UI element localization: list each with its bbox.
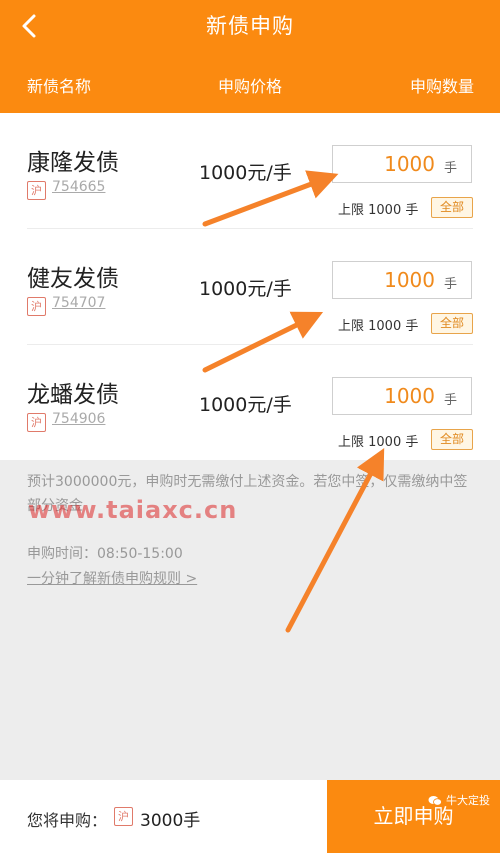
quantity-unit: 手 <box>443 161 457 176</box>
bond-code-link[interactable]: 754707 <box>52 295 105 311</box>
subscription-time: 申购时间：08:50-15:00 <box>27 546 183 562</box>
bond-name: 健友发债 <box>27 266 119 292</box>
all-button[interactable]: 全部 <box>431 197 473 218</box>
watermark: www.taiaxc.cn <box>28 496 238 524</box>
subscribe-amount: 3000手 <box>140 811 201 831</box>
bond-name: 龙蟠发债 <box>27 382 119 408</box>
app: 新债申购 新债名称 申购价格 申购数量 康隆发债 沪 754665 1000元/… <box>0 0 500 853</box>
exchange-badge: 沪 <box>27 181 46 200</box>
all-button[interactable]: 全部 <box>431 429 473 450</box>
all-button[interactable]: 全部 <box>431 313 473 334</box>
bond-row: 健友发债 沪 754707 1000元/手 1000 手 上限 1000 手 全… <box>0 229 500 345</box>
bottom-bar: 您将申购： 沪 3000手 立即申购 牛大定投 <box>0 780 500 853</box>
bond-list: 康隆发债 沪 754665 1000元/手 1000 手 上限 1000 手 全… <box>0 113 500 460</box>
wechat-icon <box>428 795 442 806</box>
bond-code-link[interactable]: 754906 <box>52 411 105 427</box>
column-header-quantity: 申购数量 <box>409 77 474 96</box>
submit-button[interactable]: 立即申购 牛大定投 <box>327 780 500 853</box>
bond-row: 龙蟠发债 沪 754906 1000元/手 1000 手 上限 1000 手 全… <box>0 345 500 461</box>
rules-link[interactable]: 一分钟了解新债申购规则 > <box>27 568 197 588</box>
corner-tag: 牛大定投 <box>428 764 490 837</box>
exchange-badge: 沪 <box>27 413 46 432</box>
page-title: 新债申购 <box>206 14 294 38</box>
quantity-unit: 手 <box>443 393 457 408</box>
bond-code-link[interactable]: 754665 <box>52 179 105 195</box>
quantity-value: 1000 <box>384 268 435 292</box>
bond-price: 1000元/手 <box>199 394 292 416</box>
quantity-value: 1000 <box>384 384 435 408</box>
bond-row: 康隆发债 沪 754665 1000元/手 1000 手 上限 1000 手 全… <box>0 113 500 229</box>
bond-price: 1000元/手 <box>199 162 292 184</box>
bond-price: 1000元/手 <box>199 278 292 300</box>
corner-tag-text: 牛大定投 <box>446 794 490 807</box>
header: 新债申购 新债名称 申购价格 申购数量 <box>0 0 500 113</box>
quantity-value: 1000 <box>384 152 435 176</box>
exchange-badge: 沪 <box>114 807 133 826</box>
quantity-input[interactable]: 1000 手 <box>332 261 472 299</box>
quantity-input[interactable]: 1000 手 <box>332 377 472 415</box>
exchange-badge: 沪 <box>27 297 46 316</box>
quantity-unit: 手 <box>443 277 457 292</box>
quantity-input[interactable]: 1000 手 <box>332 145 472 183</box>
bond-name: 康隆发债 <box>27 150 119 176</box>
limit-text: 上限 1000 手 <box>338 435 419 450</box>
subscribe-summary-label: 您将申购： <box>27 811 108 830</box>
limit-text: 上限 1000 手 <box>338 203 419 218</box>
limit-text: 上限 1000 手 <box>338 319 419 334</box>
